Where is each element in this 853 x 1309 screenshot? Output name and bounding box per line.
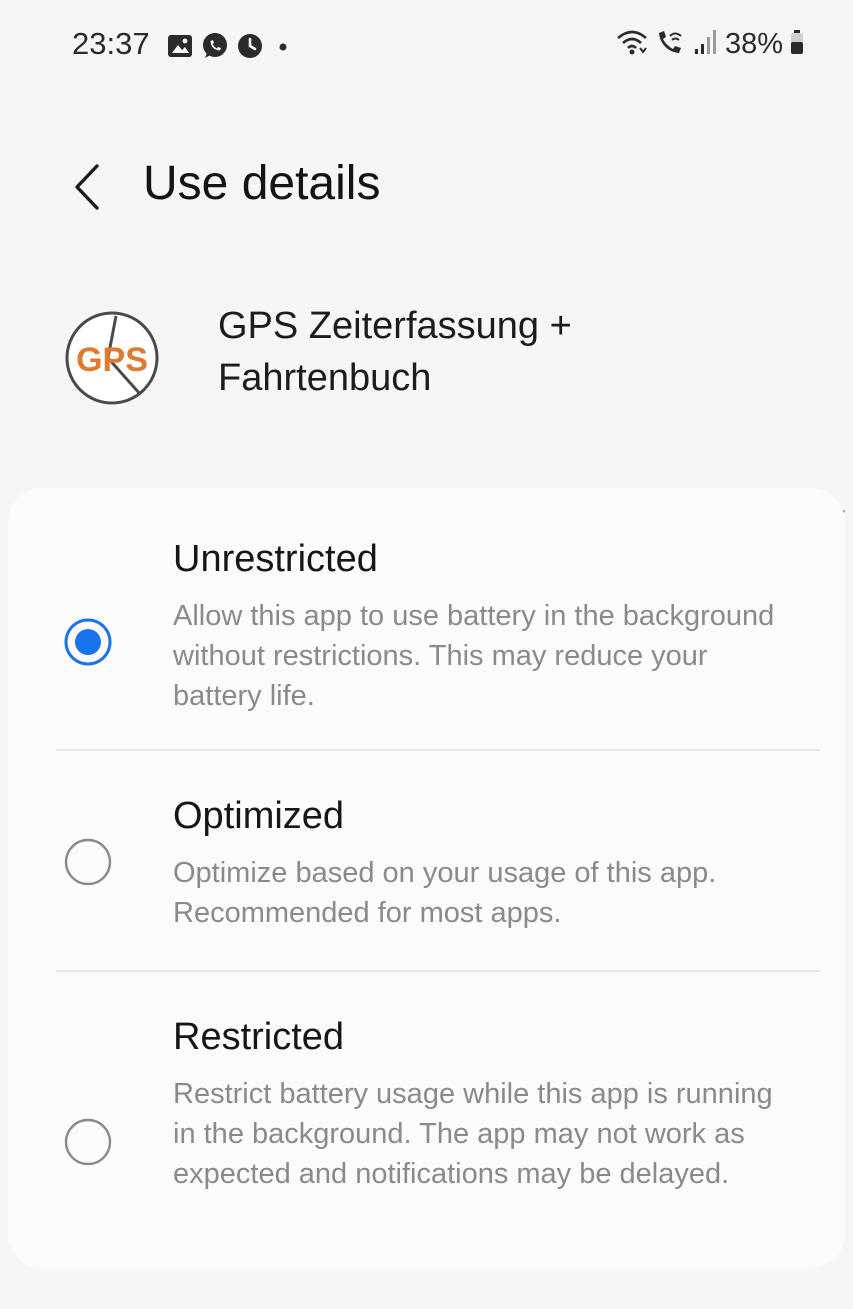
status-bar: 23:37 38% [0,0,853,90]
app-name: GPS Zeiterfassung + Fahrtenbuch [218,305,572,399]
wifi-call-icon [655,27,685,62]
option-description: Restrict battery usage while this app is… [173,1078,773,1190]
app-icon: GPS [64,310,160,406]
battery-percent: 38% [724,28,783,60]
battery-icon [789,27,805,62]
whatsapp-icon [200,31,230,66]
signal-icon [691,27,719,62]
system-icons: 38% [615,27,805,62]
status-time: 23:37 [72,26,150,61]
option-title: Optimized [173,795,345,837]
option-optimized[interactable]: Optimized Optimize based on your usage o… [8,751,845,969]
gallery-icon [166,32,194,65]
back-arrow-icon [69,162,103,217]
page-title: Use details [143,157,381,210]
radio-unrestricted[interactable] [62,616,114,668]
option-unrestricted[interactable]: Unrestricted Allow this app to use batte… [8,518,845,750]
option-restricted[interactable]: Restricted Restrict battery usage while … [8,972,845,1262]
radio-optimized[interactable] [62,836,114,888]
option-title: Restricted [173,1016,345,1058]
option-description: Optimize based on your usage of this app… [173,857,717,929]
back-button[interactable] [56,154,116,224]
app-info-row: GPS GPS Zeiterfassung + Fahrtenbuch [0,298,853,418]
option-description: Allow this app to use battery in the bac… [173,600,775,712]
battery-options-card: Unrestricted Allow this app to use batte… [8,488,845,1268]
wifi-icon [615,27,649,62]
dot-icon [270,32,292,65]
notification-icons [166,31,292,66]
header: Use details [0,150,853,230]
app-icon-text: GPS [76,341,148,379]
clock-icon [236,32,264,65]
option-title: Unrestricted [173,538,378,580]
radio-restricted[interactable] [62,1116,114,1168]
